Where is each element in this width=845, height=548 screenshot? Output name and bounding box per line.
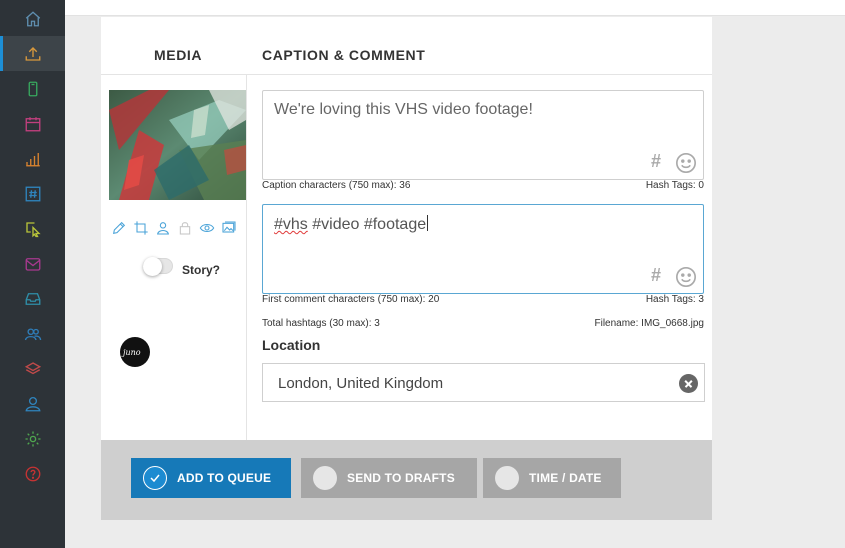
comment-char-count: First comment characters (750 max): 20 [262, 294, 440, 305]
media-tools [111, 220, 237, 236]
comment-hashtag-count: Hash Tags: 3 [645, 294, 704, 305]
location-input[interactable]: London, United Kingdom [262, 363, 705, 402]
clear-location-icon[interactable] [679, 374, 698, 393]
sidebar-item-hashtags[interactable] [0, 176, 65, 211]
time-date-button[interactable]: TIME / DATE [483, 458, 621, 498]
pencil-icon[interactable] [111, 220, 127, 236]
location-label: Location [262, 337, 321, 353]
inbox-icon [25, 292, 40, 305]
crop-icon[interactable] [133, 220, 149, 236]
cursor-select-icon [25, 221, 41, 237]
sidebar-item-profile[interactable] [0, 386, 65, 421]
home-icon [25, 10, 40, 26]
top-bar [65, 0, 845, 16]
radio-circle-icon [495, 466, 519, 490]
story-toggle-knob [143, 257, 162, 276]
layers-icon [24, 361, 41, 374]
sidebar-item-inbox[interactable] [0, 281, 65, 316]
mail-icon [25, 257, 40, 271]
sidebar-item-select[interactable] [0, 211, 65, 246]
calendar-icon [25, 116, 40, 131]
hashtag-picker-icon[interactable]: # [651, 265, 661, 286]
emoji-picker-icon[interactable] [675, 152, 697, 174]
check-icon [143, 466, 167, 490]
account-avatar[interactable]: juno [120, 337, 150, 367]
media-thumbnail-image [109, 90, 246, 200]
eye-icon[interactable] [199, 220, 215, 236]
caption-textarea[interactable]: We're loving this VHS video footage! # [262, 90, 704, 180]
send-to-drafts-button[interactable]: SEND TO DRAFTS [301, 458, 477, 498]
media-filename: Filename: IMG_0668.jpg [594, 318, 704, 329]
story-toggle[interactable] [143, 257, 173, 276]
caption-column-header: CAPTION & COMMENT [262, 47, 426, 63]
column-divider [246, 75, 247, 440]
sidebar-item-calendar[interactable] [0, 106, 65, 141]
settings-icon [25, 431, 40, 446]
emoji-picker-icon[interactable] [675, 266, 697, 288]
hashtag-picker-icon[interactable]: # [651, 151, 661, 172]
phone-icon [28, 81, 37, 96]
users-icon [24, 327, 41, 340]
caption-hashtag-count: Hash Tags: 0 [645, 180, 704, 191]
story-label: Story? [182, 263, 221, 277]
help-icon [25, 466, 40, 481]
sidebar-item-settings[interactable] [0, 421, 65, 456]
comment-tags-rest: #video #footage [307, 216, 427, 233]
media-column-header: MEDIA [154, 47, 203, 63]
time-date-label: TIME / DATE [529, 471, 602, 485]
account-avatar-text: juno [123, 348, 141, 357]
media-thumbnail[interactable] [109, 90, 246, 200]
sidebar-item-upload[interactable] [0, 36, 65, 71]
action-bar: ADD TO QUEUE SEND TO DRAFTS TIME / DATE [101, 440, 712, 520]
location-value: London, United Kingdom [278, 375, 444, 392]
misspelled-hashtag: #vhs [274, 216, 308, 233]
sidebar-item-mail[interactable] [0, 246, 65, 281]
sidebar-item-home[interactable] [0, 1, 65, 36]
hashtag-icon [25, 186, 40, 201]
upload-icon [25, 46, 40, 61]
caption-char-count: Caption characters (750 max): 36 [262, 180, 411, 191]
post-editor-card: MEDIA CAPTION & COMMENT Story? juno We'r… [101, 17, 712, 440]
user-icon [24, 396, 41, 411]
add-to-queue-label: ADD TO QUEUE [177, 471, 272, 485]
caption-text: We're loving this VHS video footage! [274, 101, 533, 118]
header-divider [101, 74, 712, 75]
radio-circle-icon [313, 466, 337, 490]
text-caret [427, 215, 429, 231]
first-comment-text: #vhs #video #footage [274, 215, 429, 234]
sidebar-item-help[interactable] [0, 456, 65, 491]
tag-user-icon[interactable] [155, 220, 171, 236]
total-hashtags-count: Total hashtags (30 max): 3 [262, 318, 380, 329]
add-to-queue-button[interactable]: ADD TO QUEUE [131, 458, 291, 498]
lock-icon[interactable] [177, 220, 193, 236]
first-comment-textarea[interactable]: #vhs #video #footage # [262, 204, 704, 294]
gallery-icon[interactable] [221, 220, 237, 236]
sidebar-item-layers[interactable] [0, 351, 65, 386]
sidebar [0, 0, 65, 548]
sidebar-item-mobile[interactable] [0, 71, 65, 106]
analytics-icon [25, 152, 40, 166]
send-to-drafts-label: SEND TO DRAFTS [347, 471, 455, 485]
sidebar-item-analytics[interactable] [0, 141, 65, 176]
sidebar-item-team[interactable] [0, 316, 65, 351]
